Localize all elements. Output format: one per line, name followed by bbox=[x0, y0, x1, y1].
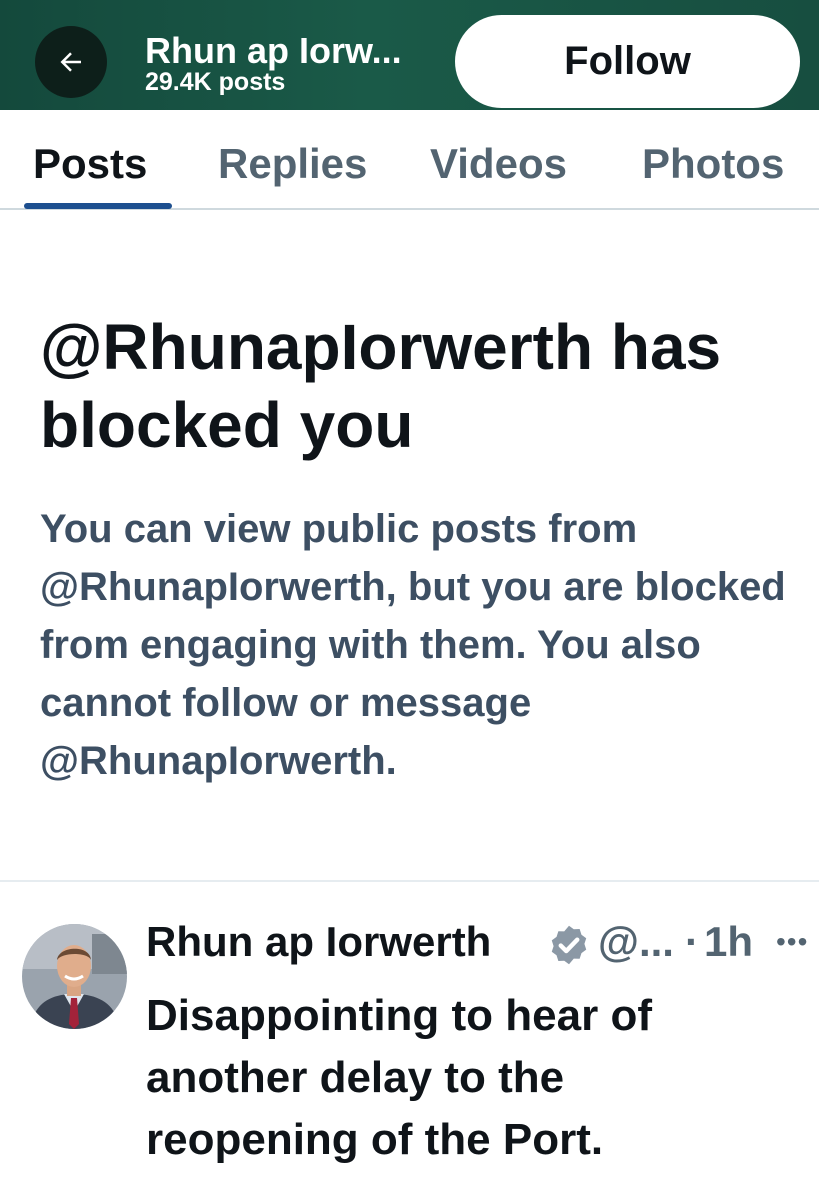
blocked-title: @RhunapIorwerth has blocked you bbox=[40, 311, 722, 461]
blocked-description: You can view public posts from @RhunapIo… bbox=[40, 507, 786, 783]
tab-posts[interactable]: Posts bbox=[33, 140, 147, 188]
post-timestamp[interactable]: 1h bbox=[704, 918, 753, 966]
more-options-icon[interactable]: ••• bbox=[776, 926, 808, 958]
divider bbox=[0, 880, 819, 882]
profile-header: Rhun ap Iorw... 29.4K posts Follow bbox=[0, 0, 819, 110]
profile-tabs: Posts Replies Videos Photos bbox=[0, 110, 819, 210]
post-author-name[interactable]: Rhun ap Iorwerth bbox=[146, 918, 491, 966]
back-arrow-icon bbox=[60, 52, 81, 72]
profile-page: Rhun ap Iorw... 29.4K posts Follow Posts… bbox=[0, 0, 819, 1200]
tab-videos[interactable]: Videos bbox=[430, 140, 567, 188]
post-author-handle[interactable]: @... bbox=[598, 918, 674, 966]
tab-replies[interactable]: Replies bbox=[218, 140, 367, 188]
profile-name: Rhun ap Iorw... bbox=[145, 30, 402, 71]
meta-separator: · bbox=[685, 918, 699, 965]
post-text: Disappointing to hear of another delay t… bbox=[146, 991, 652, 1164]
verified-badge-icon bbox=[551, 925, 587, 965]
active-tab-indicator bbox=[24, 203, 172, 209]
tab-photos[interactable]: Photos bbox=[642, 140, 784, 188]
avatar[interactable] bbox=[22, 924, 127, 1029]
post-count: 29.4K posts bbox=[145, 68, 286, 96]
follow-button[interactable]: Follow bbox=[455, 15, 800, 108]
back-button[interactable] bbox=[35, 26, 107, 98]
